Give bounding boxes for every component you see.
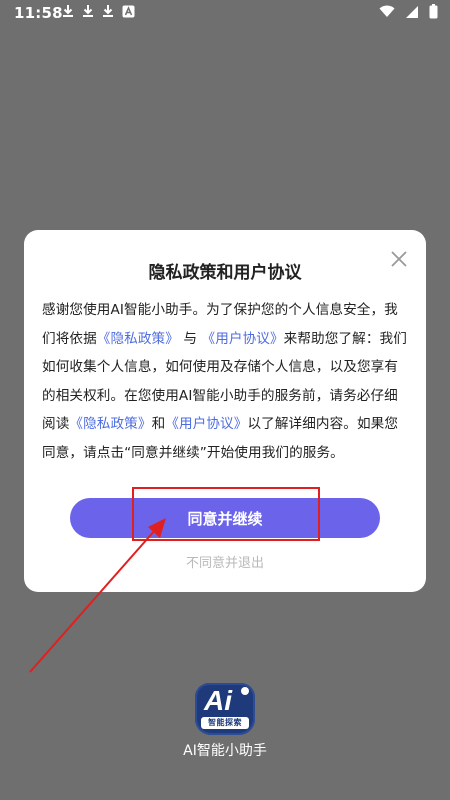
dialog-title: 隐私政策和用户协议 [148, 263, 302, 283]
agree-continue-button[interactable]: 同意并继续 [70, 498, 380, 538]
body-text-2: 与 [178, 330, 202, 347]
system-icons [379, 4, 438, 19]
close-icon [391, 251, 407, 271]
wifi-icon [379, 5, 395, 18]
download-icon [102, 4, 114, 18]
battery-icon [429, 4, 438, 19]
user-agreement-link[interactable]: 《用户协议》 [202, 331, 284, 347]
sparkle-icon [241, 687, 249, 695]
dialog-body-text: 感谢您使用AI智能小助手。为了保护您的个人信息安全，我们将依据《隐私政策》 与 … [42, 296, 408, 467]
disagree-exit-button[interactable]: 不同意并退出 [24, 552, 426, 571]
app-logo-text: Ai [204, 685, 232, 716]
download-icon [62, 4, 74, 18]
app-logo-badge: 智能探索 [201, 717, 249, 729]
status-bar: 11:58 [0, 0, 450, 26]
app-a-icon [122, 5, 135, 18]
privacy-policy-link[interactable]: 《隐私政策》 [97, 331, 179, 347]
status-time: 11:58 [14, 4, 63, 22]
app-name: AI智能小助手 [183, 743, 267, 759]
notification-icons [62, 4, 135, 18]
body-text-4: 和 [151, 416, 166, 432]
cell-signal-icon [405, 5, 419, 19]
privacy-dialog: 隐私政策和用户协议 感谢您使用AI智能小助手。为了保护您的个人信息安全，我们将依… [24, 230, 426, 592]
close-button[interactable] [386, 248, 412, 274]
privacy-policy-link-2[interactable]: 《隐私政策》 [69, 416, 151, 432]
download-icon [82, 4, 94, 18]
app-logo: Ai 智能探索 [195, 683, 255, 735]
user-agreement-link-2[interactable]: 《用户协议》 [165, 416, 247, 432]
